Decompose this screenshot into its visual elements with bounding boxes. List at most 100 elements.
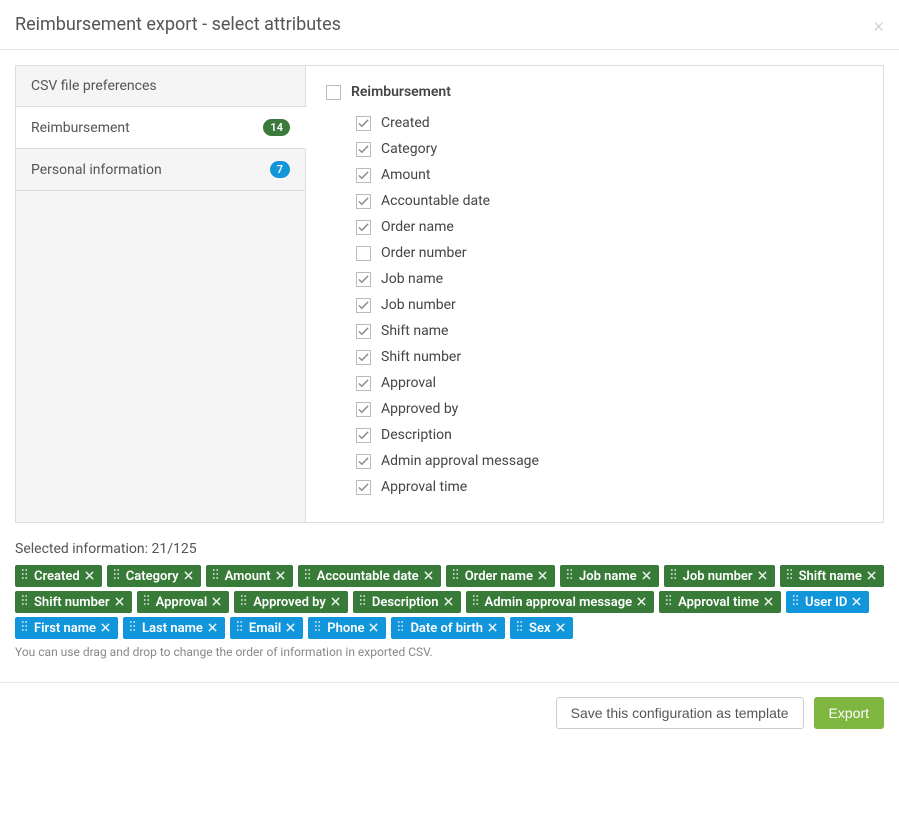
selected-chip[interactable]: Admin approval message <box>466 591 655 613</box>
selected-chip[interactable]: Approval time <box>659 591 781 613</box>
sidebar-badge: 7 <box>270 161 290 178</box>
remove-icon[interactable] <box>637 595 646 610</box>
close-icon[interactable]: × <box>874 15 884 35</box>
drag-handle-icon[interactable] <box>792 594 799 610</box>
drag-handle-icon[interactable] <box>516 620 523 636</box>
sidebar-item[interactable]: CSV file preferences <box>16 66 305 107</box>
attribute-label: Created <box>381 115 430 131</box>
drag-handle-icon[interactable] <box>212 568 219 584</box>
selected-chip[interactable]: Accountable date <box>298 565 441 587</box>
sidebar-item[interactable]: Personal information7 <box>16 149 305 191</box>
attribute-checkbox[interactable] <box>356 220 371 235</box>
export-button[interactable]: Export <box>814 697 884 729</box>
selected-chip[interactable]: Date of birth <box>391 617 505 639</box>
selected-chip[interactable]: Shift name <box>780 565 884 587</box>
selected-chip[interactable]: Shift number <box>15 591 132 613</box>
selected-chip[interactable]: Order name <box>446 565 555 587</box>
drag-handle-icon[interactable] <box>472 594 479 610</box>
drag-handle-icon[interactable] <box>452 568 459 584</box>
selected-chip[interactable]: Sex <box>510 617 573 639</box>
selected-chip[interactable]: Phone <box>308 617 386 639</box>
sidebar-item-label: Reimbursement <box>31 120 130 136</box>
selected-chip[interactable]: Approval <box>137 591 230 613</box>
remove-icon[interactable] <box>538 569 547 584</box>
chip-label: Order name <box>465 569 533 584</box>
attribute-checkbox[interactable] <box>356 142 371 157</box>
selected-chip[interactable]: Category <box>107 565 201 587</box>
attribute-checkbox[interactable] <box>356 272 371 287</box>
drag-handle-icon[interactable] <box>21 620 28 636</box>
remove-icon[interactable] <box>369 621 378 636</box>
attribute-panel: Reimbursement CreatedCategoryAmountAccou… <box>306 66 883 522</box>
selected-chip[interactable]: Created <box>15 565 102 587</box>
chip-label: Email <box>249 621 281 636</box>
attribute-checkbox[interactable] <box>356 350 371 365</box>
drag-handle-icon[interactable] <box>566 568 573 584</box>
remove-icon[interactable] <box>556 621 565 636</box>
remove-icon[interactable] <box>208 621 217 636</box>
attribute-checkbox[interactable] <box>356 376 371 391</box>
remove-icon[interactable] <box>867 569 876 584</box>
attribute-checkbox[interactable] <box>356 298 371 313</box>
selected-chip[interactable]: Last name <box>123 617 225 639</box>
drag-handle-icon[interactable] <box>129 620 136 636</box>
attribute-checkbox[interactable] <box>356 116 371 131</box>
drag-handle-icon[interactable] <box>665 594 672 610</box>
attribute-row: Created <box>356 110 863 136</box>
attribute-checkbox[interactable] <box>356 454 371 469</box>
drag-handle-icon[interactable] <box>359 594 366 610</box>
drag-handle-icon[interactable] <box>21 568 28 584</box>
attribute-label: Approval time <box>381 479 467 495</box>
remove-icon[interactable] <box>764 595 773 610</box>
remove-icon[interactable] <box>424 569 433 584</box>
attribute-checkbox[interactable] <box>356 324 371 339</box>
remove-icon[interactable] <box>212 595 221 610</box>
selected-chip[interactable]: Job name <box>560 565 659 587</box>
remove-icon[interactable] <box>852 595 861 610</box>
remove-icon[interactable] <box>488 621 497 636</box>
remove-icon[interactable] <box>184 569 193 584</box>
sidebar-item-label: CSV file preferences <box>31 78 157 94</box>
sidebar-item[interactable]: Reimbursement14 <box>16 107 306 149</box>
drag-handle-icon[interactable] <box>143 594 150 610</box>
selected-chip[interactable]: User ID <box>786 591 869 613</box>
remove-icon[interactable] <box>286 621 295 636</box>
attribute-checkbox[interactable] <box>356 402 371 417</box>
drag-handle-icon[interactable] <box>314 620 321 636</box>
attribute-checkbox[interactable] <box>356 480 371 495</box>
remove-icon[interactable] <box>101 621 110 636</box>
drag-handle-icon[interactable] <box>236 620 243 636</box>
attribute-checkbox[interactable] <box>356 428 371 443</box>
attribute-row: Category <box>356 136 863 162</box>
remove-icon[interactable] <box>444 595 453 610</box>
remove-icon[interactable] <box>85 569 94 584</box>
drag-handle-icon[interactable] <box>304 568 311 584</box>
group-checkbox[interactable] <box>326 85 341 100</box>
attribute-checkbox[interactable] <box>356 168 371 183</box>
selected-chip[interactable]: Approved by <box>234 591 348 613</box>
selected-chip[interactable]: Job number <box>664 565 775 587</box>
selected-chip[interactable]: Email <box>230 617 303 639</box>
drag-handle-icon[interactable] <box>670 568 677 584</box>
remove-icon[interactable] <box>276 569 285 584</box>
attribute-checkbox[interactable] <box>356 194 371 209</box>
attribute-label: Job number <box>381 297 456 313</box>
drag-handle-icon[interactable] <box>240 594 247 610</box>
drag-handle-icon[interactable] <box>21 594 28 610</box>
selected-chip[interactable]: First name <box>15 617 118 639</box>
drag-handle-icon[interactable] <box>786 568 793 584</box>
remove-icon[interactable] <box>331 595 340 610</box>
drag-handle-icon[interactable] <box>113 568 120 584</box>
remove-icon[interactable] <box>642 569 651 584</box>
chip-label: Job name <box>579 569 637 584</box>
remove-icon[interactable] <box>758 569 767 584</box>
attribute-row: Shift name <box>356 318 863 344</box>
remove-icon[interactable] <box>115 595 124 610</box>
chip-label: Created <box>34 569 80 584</box>
selected-chip[interactable]: Amount <box>206 565 293 587</box>
save-template-button[interactable]: Save this configuration as template <box>556 697 804 729</box>
selected-chip[interactable]: Description <box>353 591 461 613</box>
attribute-checkbox[interactable] <box>356 246 371 261</box>
drag-handle-icon[interactable] <box>397 620 404 636</box>
attribute-label: Shift number <box>381 349 461 365</box>
